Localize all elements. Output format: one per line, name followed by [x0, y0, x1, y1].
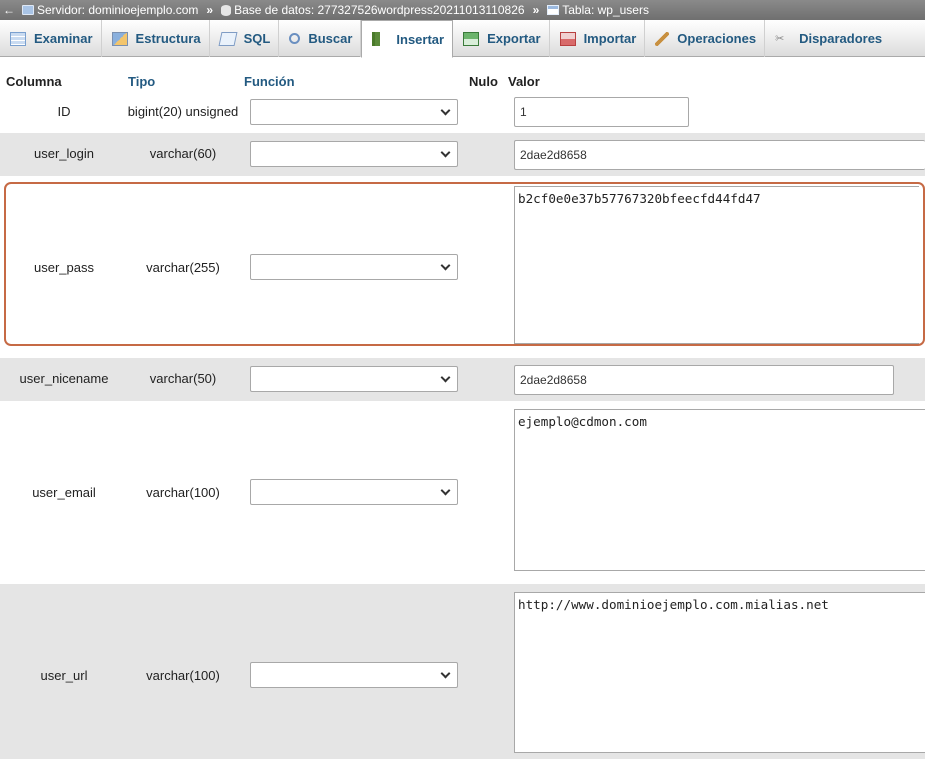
- table-row: user_pass varchar(255) b2cf0e0e37b577673…: [0, 182, 925, 346]
- browse-icon: [10, 31, 26, 46]
- tab-label: Disparadores: [799, 31, 883, 46]
- column-name: user_email: [32, 485, 96, 500]
- function-select[interactable]: [250, 479, 458, 505]
- tab-label: Insertar: [396, 31, 445, 47]
- triggers-icon: ✂: [775, 32, 785, 45]
- chevron-down-icon: [440, 372, 451, 383]
- header-nulo: Nulo: [469, 73, 498, 89]
- tab-label: Operaciones: [677, 31, 757, 46]
- function-select[interactable]: [250, 141, 458, 167]
- column-type: varchar(50): [149, 371, 217, 386]
- import-icon: [559, 31, 576, 46]
- breadcrumb: ← Servidor: dominioejemplo.com » Base de…: [0, 0, 925, 20]
- tab-disparadores[interactable]: ✂ Disparadores: [765, 20, 890, 57]
- back-arrow-icon[interactable]: ←: [2, 3, 16, 17]
- chevron-down-icon: [440, 260, 451, 271]
- header-tipo[interactable]: Tipo: [128, 74, 155, 89]
- value-textarea[interactable]: ejemplo@cdmon.com: [514, 409, 925, 571]
- tab-label: SQL: [243, 31, 271, 46]
- tab-examinar[interactable]: Examinar: [0, 20, 102, 57]
- tab-label: Estructura: [135, 31, 201, 46]
- value-textarea[interactable]: http://www.dominioejemplo.com.mialias.ne…: [514, 592, 925, 753]
- tab-insertar[interactable]: Insertar: [361, 20, 454, 58]
- tab-importar[interactable]: Importar: [550, 20, 646, 57]
- table-row: user_login varchar(60) 2dae2d8658: [0, 133, 925, 176]
- column-name: user_login: [34, 146, 94, 161]
- tab-sql[interactable]: SQL: [210, 20, 280, 57]
- tab-estructura[interactable]: Estructura: [102, 20, 210, 57]
- header-valor: Valor: [508, 73, 540, 89]
- column-name: user_pass: [34, 260, 94, 275]
- breadcrumb-separator: »: [532, 3, 540, 17]
- column-type: varchar(100): [146, 668, 220, 683]
- function-select[interactable]: [250, 366, 458, 392]
- export-icon: [463, 31, 480, 46]
- tab-bar: Examinar Estructura SQL Buscar Insertar …: [0, 20, 925, 58]
- header-funcion[interactable]: Función: [244, 74, 295, 89]
- column-type: varchar(255): [146, 260, 220, 275]
- database-icon: [221, 4, 232, 16]
- breadcrumb-database[interactable]: Base de datos: 277327526wordpress2021101…: [234, 3, 524, 17]
- column-type: varchar(60): [149, 146, 217, 161]
- column-name: user_nicename: [19, 371, 109, 386]
- tab-exportar[interactable]: Exportar: [453, 20, 550, 57]
- function-select[interactable]: [250, 662, 458, 688]
- table-row: user_email varchar(100) ejemplo@cdmon.co…: [0, 401, 925, 584]
- search-icon: [289, 33, 301, 44]
- insert-icon: [372, 32, 389, 46]
- table-row: ID bigint(20) unsigned 1: [0, 92, 925, 133]
- breadcrumb-table[interactable]: Tabla: wp_users: [562, 3, 649, 17]
- server-icon: [22, 5, 34, 15]
- chevron-down-icon: [440, 105, 451, 116]
- tab-operaciones[interactable]: Operaciones: [645, 20, 766, 57]
- operations-icon: [655, 31, 670, 46]
- tab-buscar[interactable]: Buscar: [279, 20, 362, 57]
- sql-icon: [218, 31, 238, 46]
- header-columna: Columna: [6, 73, 62, 89]
- column-type: bigint(20) unsigned: [127, 104, 239, 119]
- structure-icon: [111, 31, 128, 46]
- table-row: user_url varchar(100) http://www.dominio…: [0, 584, 925, 759]
- table-row: user_nicename varchar(50) 2dae2d8658: [0, 358, 925, 401]
- tab-label: Examinar: [34, 31, 93, 46]
- breadcrumb-server[interactable]: Servidor: dominioejemplo.com: [37, 3, 198, 17]
- function-select[interactable]: [250, 254, 458, 280]
- chevron-down-icon: [440, 668, 451, 679]
- value-input[interactable]: 2dae2d8658: [514, 140, 925, 170]
- columns-header: Columna Tipo Función Nulo Valor: [0, 71, 925, 91]
- value-input[interactable]: 1: [514, 97, 689, 127]
- chevron-down-icon: [440, 485, 451, 496]
- breadcrumb-separator: »: [206, 3, 214, 17]
- column-type: varchar(100): [146, 485, 220, 500]
- function-select[interactable]: [250, 99, 458, 125]
- value-input[interactable]: 2dae2d8658: [514, 365, 894, 395]
- tab-label: Exportar: [487, 31, 541, 46]
- column-name: ID: [57, 104, 71, 119]
- tab-label: Importar: [583, 31, 637, 46]
- value-textarea[interactable]: b2cf0e0e37b57767320bfeecfd44fd47: [514, 186, 919, 344]
- tab-label: Buscar: [308, 31, 353, 46]
- chevron-down-icon: [440, 147, 451, 158]
- column-name: user_url: [40, 668, 88, 683]
- table-icon: [547, 5, 560, 15]
